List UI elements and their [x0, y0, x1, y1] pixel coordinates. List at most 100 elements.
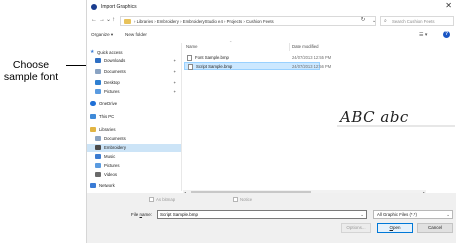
- file-name: Script Sample.bmp: [196, 64, 233, 69]
- libraries-icon: [90, 127, 96, 132]
- folder-icon: [124, 19, 131, 24]
- sidebar-item-network[interactable]: Network: [87, 182, 182, 190]
- file-name-label: File name:: [131, 212, 153, 217]
- notice-checkbox[interactable]: [233, 197, 238, 202]
- file-date: 24/07/2013 12:56 PM: [292, 64, 332, 69]
- callout-line-2: sample font: [3, 70, 59, 83]
- sidebar-item-label: Music: [104, 154, 116, 159]
- address-bar[interactable]: › Libraries › Embroidery › EmbroideryStu…: [120, 16, 376, 26]
- music-icon: [95, 154, 101, 159]
- sidebar-item-label: Libraries: [99, 127, 116, 132]
- file-type-select[interactable]: All Graphic Files (*.*) ⌄: [373, 210, 453, 219]
- sidebar-item-embroidery[interactable]: Embroidery: [87, 144, 182, 152]
- file-row-font-sample[interactable]: Font Sample.bmp 24/07/2013 12:55 PM: [184, 54, 331, 62]
- file-row-script-sample[interactable]: Script Sample.bmp 24/07/2013 12:56 PM: [184, 62, 331, 70]
- import-graphics-dialog: Import Graphics ✕ ← → ⌄ ↑ › Libraries › …: [86, 0, 456, 243]
- sidebar-item-this-pc[interactable]: This PC: [87, 113, 182, 121]
- recent-locations-icon[interactable]: ⌄: [106, 17, 111, 23]
- title-bar: Import Graphics ✕: [87, 0, 456, 14]
- as-bitmap-checkbox[interactable]: [149, 197, 154, 202]
- pictures-icon: [95, 89, 101, 94]
- cancel-button[interactable]: Cancel: [417, 223, 453, 233]
- sidebar-item-label: Pictures: [104, 163, 120, 168]
- search-icon: ⌕: [384, 18, 387, 24]
- column-divider[interactable]: [289, 43, 290, 51]
- sidebar-item-downloads[interactable]: Downloads ✦: [87, 57, 182, 65]
- search-placeholder: Search Cushion Feets: [392, 19, 435, 24]
- network-icon: [90, 183, 96, 188]
- sidebar-item-label: Documents: [104, 136, 126, 141]
- file-name: Font Sample.bmp: [195, 55, 229, 60]
- pin-icon[interactable]: ✦: [173, 69, 176, 74]
- sidebar-item-label: Videos: [104, 172, 118, 177]
- document-icon: [95, 69, 101, 74]
- preview-underline: [337, 125, 455, 127]
- sidebar-item-quick-access[interactable]: Quick access: [87, 49, 182, 57]
- download-icon: [95, 58, 101, 63]
- back-arrow-icon[interactable]: ←: [91, 17, 97, 23]
- sidebar-item-library-documents[interactable]: Documents: [87, 135, 182, 143]
- window-title: Import Graphics: [101, 4, 137, 10]
- address-dropdown-icon[interactable]: ⌄: [372, 18, 376, 24]
- chevron-down-icon[interactable]: ⌄: [360, 212, 364, 218]
- callout-line-1: Choose: [12, 59, 50, 71]
- command-toolbar: Organize ▾ New folder ☰ ▾ ?: [87, 29, 456, 41]
- dialog-footer: As bitmap Notice File name: Script Sampl…: [87, 193, 456, 243]
- column-header-name[interactable]: Name: [186, 44, 197, 49]
- sidebar-item-label: Desktop: [104, 80, 120, 85]
- sidebar-item-documents[interactable]: Documents ✦: [87, 68, 182, 76]
- sidebar-item-libraries[interactable]: Libraries: [87, 126, 182, 134]
- sidebar-item-desktop[interactable]: Desktop ✦: [87, 79, 182, 87]
- desktop-icon: [95, 80, 101, 85]
- as-bitmap-label: As bitmap: [156, 197, 176, 202]
- sidebar-item-label: OneDrive: [99, 101, 118, 106]
- sidebar-item-label: Embroidery: [104, 145, 126, 150]
- sidebar-item-label: Documents: [104, 69, 126, 74]
- file-name-value: Script Sample.bmp: [160, 212, 199, 217]
- sidebar-item-label: Quick access: [97, 50, 123, 55]
- help-icon[interactable]: ?: [443, 31, 450, 38]
- pin-icon[interactable]: ✦: [173, 58, 176, 63]
- document-icon: [95, 136, 101, 141]
- sidebar-item-pictures[interactable]: Pictures ✦: [87, 88, 182, 96]
- sidebar-item-label: This PC: [99, 114, 115, 119]
- file-date: 24/07/2013 12:55 PM: [292, 55, 332, 60]
- navigation-scrollbar[interactable]: [181, 43, 182, 191]
- app-icon: [91, 4, 97, 10]
- pin-icon[interactable]: ✦: [173, 89, 176, 94]
- sidebar-item-onedrive[interactable]: OneDrive: [87, 100, 182, 108]
- open-button[interactable]: Open: [377, 223, 413, 233]
- search-input[interactable]: ⌕ Search Cushion Feets: [380, 16, 454, 26]
- sidebar-item-music[interactable]: Music: [87, 153, 182, 161]
- file-name-field[interactable]: Script Sample.bmp ⌄: [157, 210, 367, 219]
- view-options-icon[interactable]: ☰ ▾: [419, 32, 427, 38]
- address-row: ← → ⌄ ↑ › Libraries › Embroidery › Embro…: [87, 15, 456, 27]
- sidebar-item-library-pictures[interactable]: Pictures: [87, 162, 182, 170]
- new-folder-button[interactable]: New folder: [125, 32, 147, 37]
- sort-arrow-icon: ⌃: [229, 40, 233, 45]
- navigation-pane: Quick access Downloads ✦ Documents ✦ Des…: [87, 43, 182, 191]
- refresh-icon[interactable]: ↻: [358, 16, 368, 24]
- sidebar-item-label: Pictures: [104, 89, 120, 94]
- file-type-value: All Graphic Files (*.*): [377, 212, 417, 217]
- computer-icon: [90, 114, 96, 119]
- pictures-icon: [95, 163, 101, 168]
- chevron-down-icon: ⌄: [446, 212, 450, 217]
- options-button[interactable]: Options...: [341, 223, 371, 233]
- embroidery-icon: [95, 145, 101, 150]
- notice-label: Notice: [240, 197, 253, 202]
- breadcrumb[interactable]: › Libraries › Embroidery › EmbroideryStu…: [134, 19, 274, 24]
- bitmap-file-icon: [187, 55, 192, 61]
- video-icon: [95, 172, 101, 177]
- up-arrow-icon[interactable]: ↑: [112, 17, 115, 23]
- organize-button[interactable]: Organize ▾: [91, 32, 113, 38]
- sidebar-item-videos[interactable]: Videos: [87, 171, 182, 179]
- pin-icon[interactable]: ✦: [173, 80, 176, 85]
- forward-arrow-icon[interactable]: →: [99, 17, 105, 23]
- column-header-date-modified[interactable]: Date modified: [292, 44, 319, 49]
- bitmap-file-icon: [188, 64, 193, 70]
- cloud-icon: [90, 101, 96, 106]
- close-icon[interactable]: ✕: [445, 2, 452, 10]
- sidebar-item-label: Network: [99, 183, 115, 188]
- star-icon: ★: [90, 49, 95, 55]
